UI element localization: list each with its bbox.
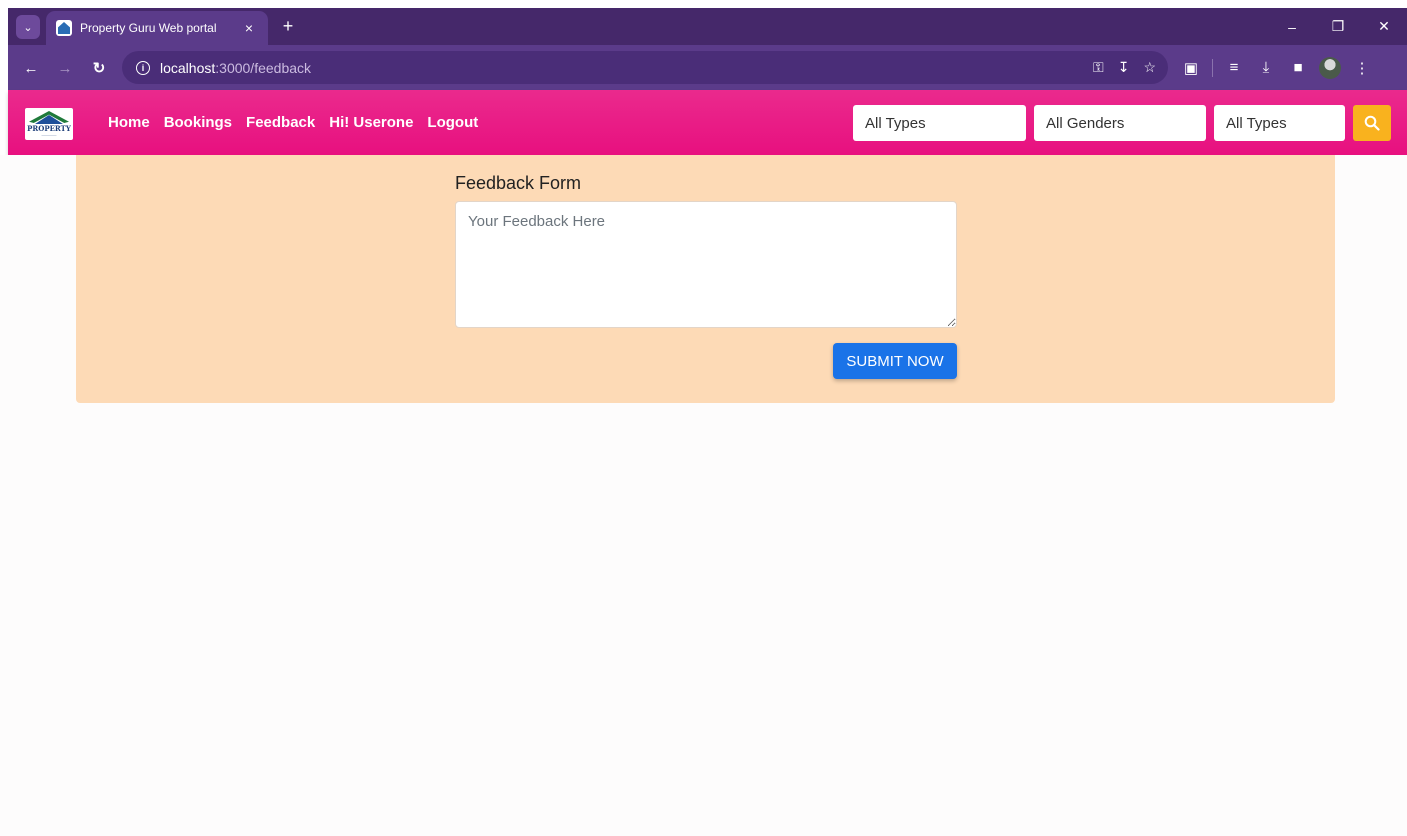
form-title: Feedback Form: [455, 173, 582, 193]
nav-links: Home Bookings Feedback Hi! Userone Logou…: [108, 90, 478, 155]
site-navbar: PROPERTY ————— Home Bookings Feedback Hi…: [8, 90, 1407, 155]
room-type-select[interactable]: All Types: [1214, 105, 1345, 141]
key-icon[interactable]: ⚿: [1093, 59, 1104, 76]
profile-avatar-icon[interactable]: [1315, 53, 1345, 83]
tab-close-icon[interactable]: ×: [240, 20, 258, 36]
extensions-puzzle-icon[interactable]: ▣: [1176, 53, 1206, 83]
feedback-textarea[interactable]: [455, 201, 957, 328]
address-bar[interactable]: i localhost:3000/feedback ⚿ ↧ ☆: [122, 51, 1168, 84]
site-info-icon[interactable]: i: [136, 60, 150, 75]
new-tab-plus-icon[interactable]: +: [276, 14, 300, 38]
property-type-select[interactable]: All Types: [853, 105, 1026, 141]
browser-tabstrip: ⌄ Property Guru Web portal × + – ❐ ✕: [8, 8, 1407, 45]
feedback-panel: Feedback Form SUBMIT NOW: [76, 155, 1335, 403]
nav-bookings-link[interactable]: Bookings: [164, 114, 232, 131]
nav-logout-link[interactable]: Logout: [427, 114, 478, 131]
menu-kebab-icon[interactable]: ⋮: [1347, 53, 1377, 83]
nav-user-greeting[interactable]: Hi! Userone: [329, 114, 413, 131]
reload-icon[interactable]: ↻: [86, 55, 112, 81]
close-window-icon[interactable]: ✕: [1361, 8, 1407, 45]
toolbar-divider: [1212, 58, 1213, 77]
page-content: Feedback Form SUBMIT NOW: [0, 155, 1407, 836]
url-host: localhost: [160, 59, 216, 76]
window-controls: – ❐ ✕: [1269, 8, 1407, 45]
side-panel-icon[interactable]: ■: [1283, 53, 1313, 83]
search-icon: [1364, 115, 1380, 131]
gender-select[interactable]: All Genders: [1034, 105, 1206, 141]
forward-arrow-icon[interactable]: →: [52, 55, 78, 81]
download-icon[interactable]: ⤓: [1251, 53, 1281, 83]
reading-list-icon[interactable]: ≡: [1219, 53, 1249, 83]
submit-button[interactable]: SUBMIT NOW: [833, 343, 957, 379]
minimize-icon[interactable]: –: [1269, 8, 1315, 45]
browser-tab[interactable]: Property Guru Web portal ×: [46, 11, 268, 45]
browser-toolbar: ← → ↻ i localhost:3000/feedback ⚿ ↧ ☆ ▣ …: [8, 45, 1407, 90]
logo-text: PROPERTY: [27, 124, 71, 133]
install-app-icon[interactable]: ↧: [1118, 59, 1130, 76]
tab-search-chevron-icon[interactable]: ⌄: [16, 15, 40, 39]
house-favicon-icon: [56, 20, 72, 36]
url-path: :3000/feedback: [215, 59, 312, 76]
bookmark-star-icon[interactable]: ☆: [1143, 59, 1156, 76]
search-button[interactable]: [1353, 105, 1391, 141]
nav-feedback-link[interactable]: Feedback: [246, 114, 315, 131]
property-guru-logo[interactable]: PROPERTY —————: [25, 108, 73, 140]
window-frame: [0, 0, 1407, 8]
back-arrow-icon[interactable]: ←: [18, 55, 44, 81]
restore-icon[interactable]: ❐: [1315, 8, 1361, 45]
tab-title: Property Guru Web portal: [80, 21, 217, 35]
nav-home-link[interactable]: Home: [108, 114, 150, 131]
